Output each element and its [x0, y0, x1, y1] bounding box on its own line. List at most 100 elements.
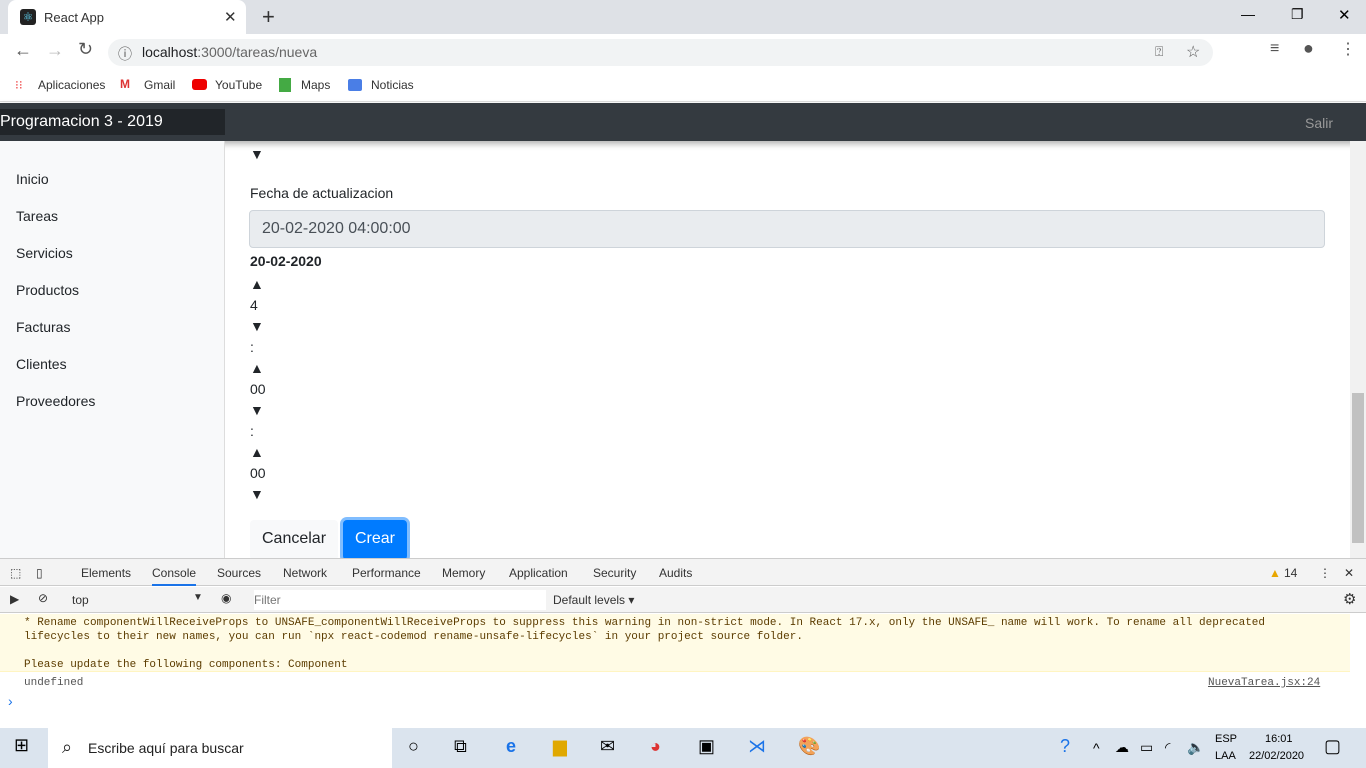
menu-icon[interactable]: ⋮ — [1340, 39, 1356, 59]
second-up-arrow[interactable]: ▲ — [250, 444, 264, 460]
new-tab-icon[interactable]: + — [262, 4, 275, 30]
sidebar-item-proveedores[interactable]: Proveedores — [16, 393, 95, 409]
console-log: undefined — [24, 677, 84, 689]
profile-icon[interactable]: ● — [1303, 38, 1314, 59]
source-link[interactable]: NuevaTarea.jsx:24 — [1208, 677, 1320, 689]
context-select[interactable]: top — [72, 593, 89, 607]
minute-down-arrow[interactable]: ▼ — [250, 402, 264, 418]
tab-elements[interactable]: Elements — [81, 566, 131, 580]
bookmark-star-icon[interactable]: ☆ — [1186, 42, 1200, 62]
mail-icon[interactable]: ✉ — [600, 736, 615, 757]
search-icon: ⌕ — [62, 737, 73, 757]
minimize-icon[interactable]: — — [1241, 6, 1255, 22]
second-down-arrow[interactable]: ▼ — [250, 486, 264, 502]
tab-sources[interactable]: Sources — [217, 566, 261, 580]
inspect-icon[interactable]: ⬚ — [10, 566, 21, 580]
sidebar-toggle-icon[interactable]: ▶ — [10, 592, 19, 606]
tab-performance[interactable]: Performance — [352, 566, 421, 580]
clear-console-icon[interactable]: ⊘ — [38, 591, 48, 605]
task-view-icon[interactable]: ⧉ — [454, 736, 467, 757]
sidebar-item-servicios[interactable]: Servicios — [16, 245, 73, 261]
battery-icon[interactable]: ▭ — [1140, 739, 1153, 756]
help-icon[interactable]: ? — [1060, 736, 1070, 757]
console-warning: * Rename componentWillReceiveProps to UN… — [0, 614, 1350, 672]
levels-select[interactable]: Default levels ▾ — [553, 593, 634, 607]
minute-up-arrow[interactable]: ▲ — [250, 360, 264, 376]
devtools-close-icon[interactable]: ✕ — [1344, 566, 1354, 580]
windows-start-icon[interactable]: ⊞ — [14, 735, 29, 756]
warning-icon[interactable]: ▲ — [1269, 566, 1281, 580]
devtools-panel: ⬚ ▯ Elements Console Sources Network Per… — [0, 558, 1366, 728]
close-tab-icon[interactable]: ✕ — [224, 8, 237, 26]
bookmark-gmail[interactable]: Gmail — [144, 78, 175, 92]
sidebar-item-inicio[interactable]: Inicio — [16, 171, 49, 187]
sidebar: Inicio Tareas Servicios Productos Factur… — [0, 141, 225, 558]
bookmark-youtube[interactable]: YouTube — [215, 78, 262, 92]
tray-chevron-icon[interactable]: ^ — [1093, 740, 1100, 756]
taskbar: ⊞ ⌕ Escribe aquí para buscar ○ ⧉ e ▆ ✉ ◕… — [0, 728, 1366, 768]
back-icon[interactable]: ← — [14, 40, 32, 61]
translate-icon[interactable]: ⍰ — [1155, 43, 1163, 60]
keyboard-layout[interactable]: LAA — [1215, 750, 1236, 762]
info-icon: ⓘ — [118, 46, 132, 62]
sidebar-item-clientes[interactable]: Clientes — [16, 356, 67, 372]
logout-link[interactable]: Salir — [1305, 115, 1333, 131]
hour-down-arrow[interactable]: ▼ — [250, 318, 264, 334]
decrement-arrow[interactable]: ▼ — [250, 146, 264, 162]
warning-line: lifecycles to their new names, you can r… — [24, 631, 803, 643]
address-bar[interactable]: ⓘ localhost:3000/tareas/nueva ⍰ ☆ — [108, 39, 1213, 66]
eye-icon[interactable]: ◉ — [221, 591, 231, 605]
media-icon[interactable]: ≡ — [1270, 40, 1279, 58]
warning-count[interactable]: 14 — [1284, 566, 1297, 580]
edge-icon[interactable]: e — [506, 736, 516, 757]
volume-icon[interactable]: 🔈 — [1187, 739, 1204, 756]
brand[interactable]: Programacion 3 - 2019 — [0, 109, 225, 135]
date-input[interactable]: 20-02-2020 04:00:00 — [249, 210, 1325, 248]
chrome-icon[interactable]: ◕ — [650, 736, 661, 757]
notifications-icon[interactable]: ▢ — [1324, 736, 1341, 757]
url-path: :3000/tareas/nueva — [197, 44, 318, 60]
warning-line: Please update the following components: … — [24, 659, 348, 671]
tab-security[interactable]: Security — [593, 566, 636, 580]
hour-up-arrow[interactable]: ▲ — [250, 276, 264, 292]
bookmark-apps[interactable]: Aplicaciones — [38, 78, 105, 92]
devtools-menu-icon[interactable]: ⋮ — [1319, 566, 1331, 580]
device-icon[interactable]: ▯ — [36, 566, 43, 580]
browser-tab[interactable]: ⚛ React App ✕ — [8, 0, 246, 34]
sidebar-item-facturas[interactable]: Facturas — [16, 319, 70, 335]
clock-time[interactable]: 16:01 — [1265, 733, 1293, 745]
tab-console[interactable]: Console — [152, 566, 197, 586]
sidebar-item-tareas[interactable]: Tareas — [16, 208, 58, 224]
close-window-icon[interactable]: ✕ — [1338, 6, 1351, 24]
tab-network[interactable]: Network — [283, 566, 327, 580]
cancel-button[interactable]: Cancelar — [250, 520, 339, 560]
paint-icon[interactable]: 🎨 — [798, 736, 820, 757]
terminal-icon[interactable]: ▣ — [698, 736, 715, 757]
language[interactable]: ESP — [1215, 733, 1237, 745]
page-scrollbar[interactable] — [1350, 141, 1366, 558]
console-prompt[interactable]: › — [8, 693, 13, 709]
apps-icon: ⁝⁝ — [15, 78, 23, 92]
bookmark-maps[interactable]: Maps — [301, 78, 330, 92]
bookmark-news[interactable]: Noticias — [371, 78, 414, 92]
settings-icon[interactable]: ⚙ — [1343, 590, 1356, 608]
create-button[interactable]: Crear — [343, 520, 408, 560]
forward-icon[interactable]: → — [46, 40, 64, 61]
maximize-icon[interactable]: ❐ — [1291, 6, 1304, 23]
file-explorer-icon[interactable]: ▆ — [553, 736, 567, 757]
tab-application[interactable]: Application — [509, 566, 568, 580]
tab-memory[interactable]: Memory — [442, 566, 485, 580]
wifi-icon[interactable]: ◜ — [1165, 739, 1170, 756]
taskbar-search[interactable]: ⌕ Escribe aquí para buscar — [48, 728, 392, 768]
picker-date[interactable]: 20-02-2020 — [250, 253, 322, 269]
filter-input[interactable] — [254, 590, 546, 610]
onedrive-icon[interactable]: ☁ — [1115, 739, 1129, 756]
reload-icon[interactable]: ↻ — [78, 39, 93, 60]
cortana-icon[interactable]: ○ — [408, 736, 419, 757]
vscode-icon[interactable]: ⋊ — [748, 736, 766, 757]
clock-date[interactable]: 22/02/2020 — [1249, 750, 1304, 762]
navbar: Programacion 3 - 2019 Salir — [0, 103, 1366, 141]
search-placeholder: Escribe aquí para buscar — [88, 740, 244, 756]
tab-audits[interactable]: Audits — [659, 566, 692, 580]
sidebar-item-productos[interactable]: Productos — [16, 282, 79, 298]
